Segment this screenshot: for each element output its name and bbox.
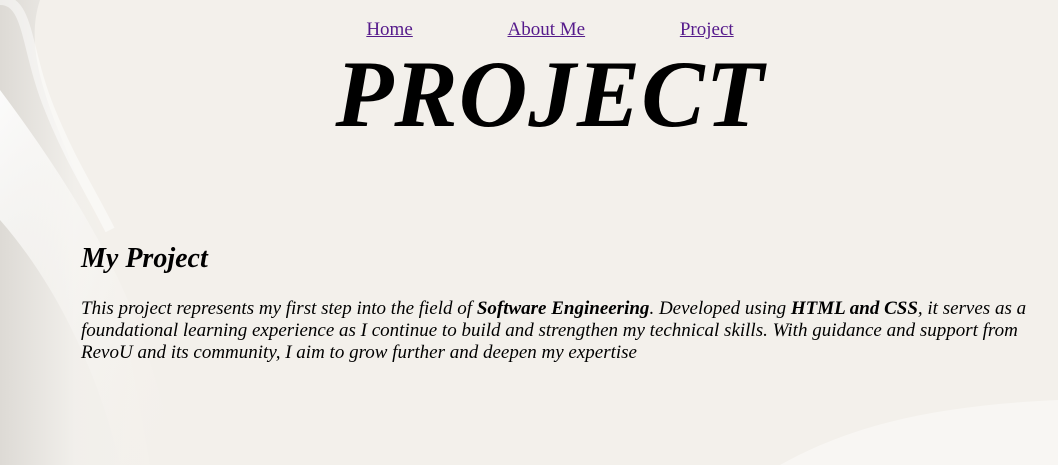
description-bold-software-engineering: Software Engineering (476, 298, 650, 319)
nav-link-home[interactable]: Home (366, 19, 412, 40)
section-title: My Project (81, 243, 208, 274)
description-text-1: This project represents my first step in… (81, 298, 477, 319)
top-nav: Home About Me Project (0, 19, 1058, 41)
page: Home About Me Project PROJECT My Project… (0, 0, 1058, 465)
nav-link-project[interactable]: Project (680, 19, 734, 40)
nav-link-about-me[interactable]: About Me (508, 19, 586, 40)
page-title: PROJECT (335, 41, 765, 147)
project-description: This project represents my first step in… (81, 298, 1041, 364)
description-bold-html-css: HTML and CSS (790, 298, 918, 319)
description-text-2: . Developed using (649, 298, 791, 319)
